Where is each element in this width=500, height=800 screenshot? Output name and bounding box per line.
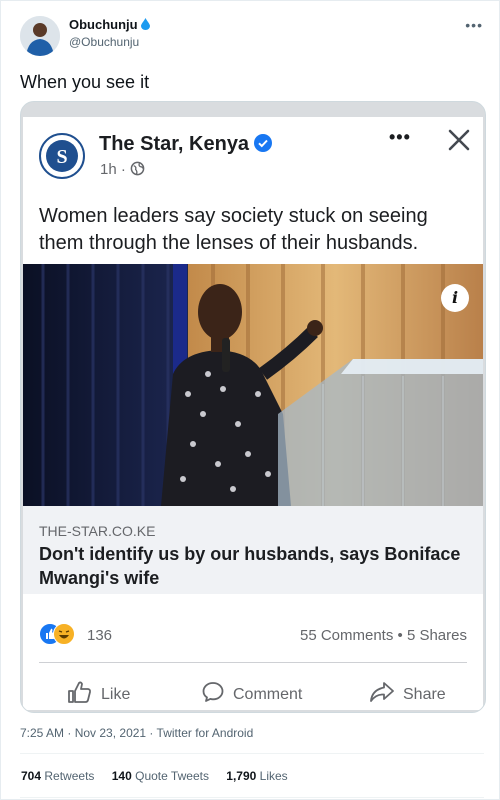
- meta-separator: ·: [146, 726, 157, 740]
- meta-separator: ·: [64, 726, 75, 740]
- tweet-meta: 7:25 AM · Nov 23, 2021 · Twitter for And…: [20, 726, 253, 740]
- comments-shares[interactable]: 55 Comments • 5 Shares: [300, 627, 467, 644]
- like-button[interactable]: Like: [67, 680, 130, 704]
- post-text: Women leaders say society stuck on seein…: [39, 205, 428, 254]
- water-drop-icon: [140, 18, 150, 33]
- post-time[interactable]: 1h ·: [100, 161, 145, 180]
- stats-separator: •: [393, 627, 407, 644]
- like-label: Like: [101, 686, 131, 703]
- author-name-text: Obuchunju: [69, 17, 138, 32]
- info-icon[interactable]: i: [441, 284, 469, 312]
- embedded-screenshot[interactable]: S The Star, Kenya 1h · ••• Women leaders…: [20, 101, 486, 713]
- time-ago: 1h: [100, 161, 117, 178]
- author-name[interactable]: Obuchunju: [69, 17, 150, 33]
- page-name[interactable]: The Star, Kenya: [99, 133, 273, 158]
- share-icon: [370, 682, 394, 702]
- link-title: Don't identify us by our husbands, says …: [39, 544, 461, 588]
- likes-count: 1,790: [226, 769, 257, 783]
- page-name-text: The Star, Kenya: [99, 133, 250, 155]
- close-button[interactable]: [447, 128, 471, 152]
- tweet-card: Obuchunju @Obuchunju ••• When you see it…: [0, 0, 500, 800]
- the-star-logo: S: [39, 133, 85, 179]
- shares-count: 5 Shares: [406, 627, 467, 644]
- tweet-date[interactable]: Nov 23, 2021: [75, 726, 146, 740]
- retweets-count: 704: [21, 769, 42, 783]
- close-icon: [448, 129, 470, 151]
- post-photo[interactable]: i: [23, 264, 483, 506]
- quotes-count: 140: [111, 769, 132, 783]
- likes-label: Likes: [259, 769, 288, 783]
- post-more-button[interactable]: •••: [389, 127, 411, 148]
- ellipsis-icon: •••: [465, 17, 483, 33]
- logo-letter: S: [56, 146, 67, 168]
- comments-count: 55 Comments: [299, 627, 394, 644]
- comment-label: Comment: [233, 686, 303, 703]
- share-label: Share: [403, 686, 446, 703]
- thumbs-up-icon: [68, 681, 91, 703]
- retweets-stat[interactable]: 704 Retweets: [21, 769, 94, 783]
- time-separator: ·: [116, 161, 131, 178]
- comment-button[interactable]: Comment: [201, 680, 302, 704]
- reaction-count[interactable]: 136: [87, 627, 112, 644]
- action-divider: [39, 662, 467, 663]
- quotes-stat[interactable]: 140 Quote Tweets: [112, 769, 209, 783]
- divider: [20, 753, 484, 754]
- verified-badge-icon: [254, 134, 273, 158]
- tweet-stats: 704 Retweets 140 Quote Tweets 1,790 Like…: [21, 769, 302, 783]
- author-handle[interactable]: @Obuchunju: [69, 35, 139, 49]
- link-domain: THE-STAR.CO.KE: [39, 523, 156, 539]
- tweet-time[interactable]: 7:25 AM: [20, 726, 64, 740]
- divider: [20, 797, 484, 798]
- tweet-text: When you see it: [20, 72, 150, 92]
- facebook-post: S The Star, Kenya 1h · ••• Women leaders…: [23, 117, 483, 710]
- quotes-label: Quote Tweets: [135, 769, 209, 783]
- tweet-source[interactable]: Twitter for Android: [157, 726, 254, 740]
- likes-stat[interactable]: 1,790 Likes: [226, 769, 287, 783]
- avatar[interactable]: [20, 16, 60, 56]
- globe-icon: [130, 161, 145, 180]
- share-button[interactable]: Share: [369, 680, 446, 704]
- haha-reaction-icon: [53, 623, 75, 645]
- link-preview[interactable]: THE-STAR.CO.KE Don't identify us by our …: [23, 506, 483, 594]
- ellipsis-icon: •••: [389, 127, 411, 147]
- comment-icon: [202, 682, 224, 702]
- retweets-label: Retweets: [44, 769, 95, 783]
- more-options-button[interactable]: •••: [465, 17, 483, 33]
